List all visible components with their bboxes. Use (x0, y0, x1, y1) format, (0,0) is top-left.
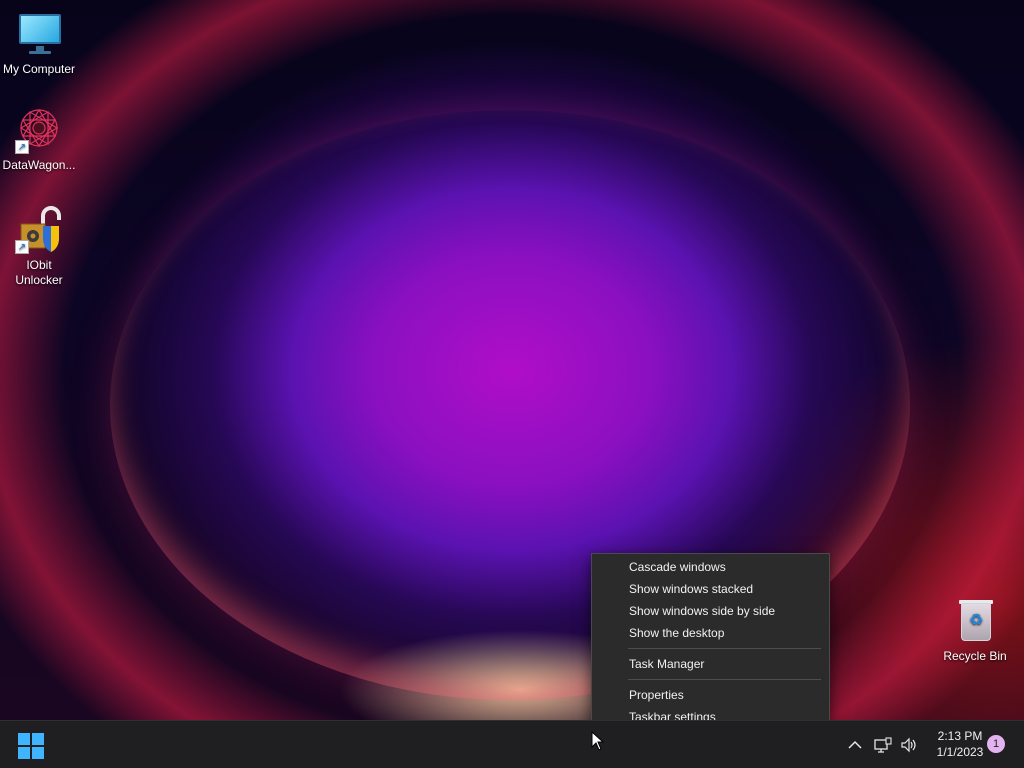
menu-item-show-windows-stacked[interactable]: Show windows stacked (592, 578, 829, 600)
recycle-bin-icon: ♻ (951, 597, 999, 645)
chevron-up-icon[interactable] (843, 733, 867, 757)
menu-item-cascade-windows[interactable]: Cascade windows (592, 556, 829, 578)
desktop-icon-my-computer[interactable]: My Computer (1, 10, 77, 77)
shortcut-arrow-icon: ↗ (15, 140, 29, 154)
desktop-icon-iobit-unlocker[interactable]: ↗ IObit Unlocker (1, 206, 77, 288)
system-tray (843, 721, 921, 768)
network-icon[interactable] (871, 733, 895, 757)
menu-item-properties[interactable]: Properties (592, 684, 829, 706)
taskbar-clock[interactable]: 2:13 PM 1/1/2023 (928, 728, 992, 760)
computer-icon (15, 10, 63, 58)
start-button[interactable] (18, 733, 44, 759)
desktop-wallpaper (0, 0, 1024, 720)
mouse-cursor-icon (591, 731, 605, 751)
clock-date: 1/1/2023 (936, 745, 984, 759)
desktop-icon-label: Recycle Bin (943, 649, 1007, 663)
datawagon-icon: ↗ (15, 106, 63, 154)
desktop-icon-recycle-bin[interactable]: ♻ Recycle Bin (937, 597, 1013, 664)
notification-badge[interactable]: 1 (987, 735, 1005, 753)
desktop-icon-label: IObit Unlocker (15, 258, 63, 287)
taskbar[interactable]: 2:13 PM 1/1/2023 (0, 720, 1024, 768)
desktop-icon-label: My Computer (2, 62, 76, 76)
windows-logo-icon (18, 733, 30, 745)
desktop-icon-label: DataWagon... (2, 158, 76, 172)
iobit-unlocker-icon: ↗ (15, 206, 63, 254)
desktop-icon-datawagon[interactable]: ↗ DataWagon... (1, 106, 77, 173)
menu-item-show-the-desktop[interactable]: Show the desktop (592, 622, 829, 644)
taskbar-context-menu: Cascade windows Show windows stacked Sho… (591, 553, 830, 731)
menu-item-task-manager[interactable]: Task Manager (592, 653, 829, 675)
menu-separator (628, 648, 821, 649)
shortcut-arrow-icon: ↗ (15, 240, 29, 254)
clock-time: 2:13 PM (937, 729, 983, 743)
menu-item-show-windows-side-by-side[interactable]: Show windows side by side (592, 600, 829, 622)
menu-separator (628, 679, 821, 680)
volume-icon[interactable] (897, 733, 921, 757)
